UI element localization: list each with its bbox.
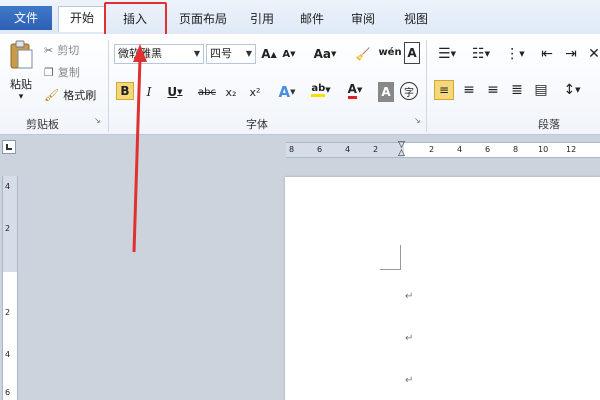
- paintbrush-icon: 🖌: [44, 88, 60, 102]
- italic-button[interactable]: I: [142, 82, 156, 102]
- word-window: 文件 开始 插入 页面布局 引用 邮件 审阅 视图 粘贴 ▾ ✂ 剪切 ❐ 复制: [0, 0, 600, 400]
- font-name-value: 微软雅黑: [118, 47, 162, 60]
- highlighter-icon: ab: [311, 83, 326, 97]
- ruler-tick-label: 6: [317, 145, 323, 154]
- tab-page-layout[interactable]: 页面布局: [171, 8, 235, 30]
- align-center-icon[interactable]: ≡: [460, 80, 478, 100]
- underline-label: U: [167, 85, 178, 99]
- hanging-indent-marker[interactable]: △: [398, 149, 405, 158]
- subscript-button[interactable]: x₂: [222, 82, 240, 102]
- numbering-icon[interactable]: ☷ ▼: [468, 44, 494, 64]
- dialog-launcher-icon[interactable]: ↘: [94, 116, 101, 125]
- paste-icon[interactable]: [8, 40, 34, 70]
- tab-home[interactable]: 开始: [58, 6, 106, 32]
- scissors-icon: ✂: [44, 43, 54, 57]
- ruler-tick-label: 6: [485, 145, 491, 154]
- superscript-button[interactable]: x²: [246, 82, 264, 102]
- ruler-tick-label: 4: [5, 182, 11, 191]
- chevron-down-icon: ▼: [245, 49, 252, 58]
- clipboard-group-label: 剪贴板: [26, 118, 59, 131]
- margin-corner-mark: [380, 245, 401, 270]
- ruler-tick-label: 2: [429, 145, 435, 154]
- cut-button[interactable]: ✂ 剪切: [44, 42, 79, 58]
- ruler-tick-label: 2: [5, 224, 11, 233]
- char-shading-icon[interactable]: A: [378, 82, 394, 102]
- tab-review[interactable]: 审阅: [345, 8, 381, 30]
- chevron-down-icon[interactable]: ▾: [16, 92, 26, 102]
- paragraph-mark-icon: ↵: [405, 333, 414, 344]
- tab-mailings[interactable]: 邮件: [294, 8, 330, 30]
- increase-indent-icon[interactable]: ⇥: [562, 44, 580, 64]
- clear-format-icon[interactable]: 🧹: [354, 44, 372, 64]
- group-divider: [108, 40, 109, 132]
- ribbon-tabbar: 文件 开始 插入 页面布局 引用 邮件 审阅 视图: [0, 0, 600, 42]
- font-size-value: 四号: [210, 47, 232, 60]
- decrease-indent-icon[interactable]: ⇤: [538, 44, 556, 64]
- cut-label: 剪切: [57, 44, 80, 57]
- tab-references[interactable]: 引用: [244, 8, 280, 30]
- align-right-icon[interactable]: ≡: [484, 80, 502, 100]
- highlight-color-button[interactable]: ab ▼: [308, 80, 334, 100]
- ruler-tick-label: 8: [513, 145, 519, 154]
- copy-icon: ❐: [44, 65, 54, 79]
- tab-file[interactable]: 文件: [0, 6, 52, 30]
- format-painter-button[interactable]: 🖌 格式刷: [44, 86, 96, 104]
- ruler-tick-label: 6: [5, 388, 11, 397]
- ruler-tick-label: 2: [5, 308, 11, 317]
- tab-view[interactable]: 视图: [398, 8, 434, 30]
- left-tab-icon: [6, 144, 12, 150]
- group-divider: [426, 40, 427, 132]
- bold-button[interactable]: B: [116, 82, 134, 100]
- chinese-layout-icon[interactable]: ✕: [588, 44, 600, 64]
- paragraph-mark-icon: ↵: [405, 291, 414, 302]
- ruler-tick-label: 12: [566, 145, 577, 154]
- font-size-select[interactable]: 四号 ▼: [206, 44, 256, 64]
- font-color-icon: A: [347, 82, 357, 99]
- document-page[interactable]: ↵ ↵ ↵: [285, 177, 600, 400]
- font-name-select[interactable]: 微软雅黑 ▼: [114, 44, 204, 64]
- bullets-icon[interactable]: ☰ ▼: [434, 44, 460, 64]
- font-color-button[interactable]: A ▼: [342, 80, 368, 100]
- ruler-tick-label: 4: [345, 145, 351, 154]
- char-border-icon[interactable]: A: [404, 42, 420, 64]
- change-case-label: Aa: [313, 47, 331, 61]
- ribbon: 粘贴 ▾ ✂ 剪切 ❐ 复制 🖌 格式刷 剪贴板 ↘ 微软雅黑 ▼ 四号 ▼ A…: [0, 34, 600, 135]
- align-left-icon[interactable]: ≡: [434, 80, 454, 100]
- ruler-tick-label: 4: [457, 145, 463, 154]
- tab-selector[interactable]: [2, 140, 16, 154]
- change-case-button[interactable]: Aa ▼: [312, 44, 338, 64]
- phonetic-guide-button[interactable]: wén: [378, 42, 402, 62]
- horizontal-ruler[interactable]: 8 6 4 2 ▽ △ 2 4 6 8 10 12: [286, 141, 600, 158]
- ruler-tick-label: 4: [5, 350, 11, 359]
- paragraph-group-label: 段落: [538, 118, 560, 131]
- underline-button[interactable]: U ▼: [164, 82, 186, 102]
- grow-font-icon[interactable]: A ▲: [261, 44, 276, 64]
- multilevel-list-icon[interactable]: ⋮ ▼: [502, 44, 528, 64]
- shrink-font-icon[interactable]: A ▼: [282, 44, 296, 64]
- phonetic-label: wén: [378, 46, 402, 58]
- vertical-ruler[interactable]: 4 2 2 4 6: [2, 176, 18, 400]
- text-effect-icon[interactable]: A ▼: [276, 82, 298, 102]
- paste-button-label[interactable]: 粘贴: [8, 76, 34, 92]
- ruler-tick-label: 10: [538, 145, 549, 154]
- enclose-char-button[interactable]: 字: [400, 82, 418, 100]
- strikethrough-button[interactable]: abc: [196, 82, 218, 102]
- format-painter-label: 格式刷: [63, 89, 97, 102]
- chevron-down-icon: ▼: [193, 49, 200, 58]
- ruler-tick-label: 8: [289, 145, 295, 154]
- ruler-tick-label: 2: [373, 145, 379, 154]
- paragraph-mark-icon: ↵: [405, 375, 414, 386]
- copy-button[interactable]: ❐ 复制: [44, 64, 80, 80]
- font-group-label: 字体: [246, 118, 268, 131]
- justify-icon[interactable]: ≣: [508, 80, 526, 100]
- line-spacing-icon[interactable]: ↕ ▼: [560, 80, 584, 100]
- copy-label: 复制: [57, 66, 80, 79]
- distributed-align-icon[interactable]: ▤: [532, 80, 550, 100]
- dialog-launcher-icon[interactable]: ↘: [414, 116, 421, 125]
